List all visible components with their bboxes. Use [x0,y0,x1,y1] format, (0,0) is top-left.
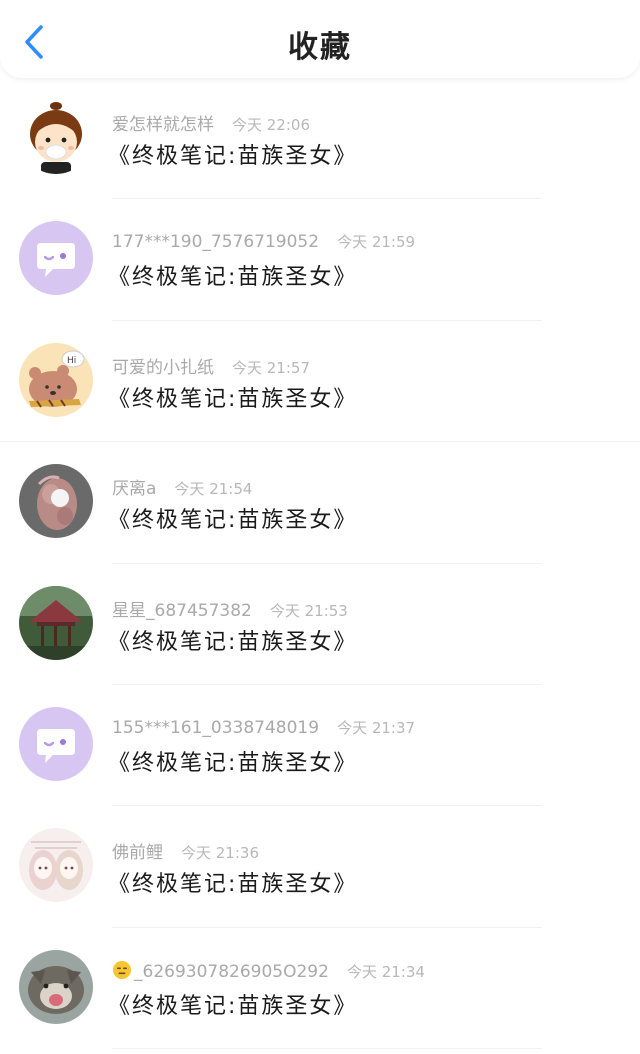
avatar[interactable] [19,706,93,781]
avatar[interactable] [19,585,93,660]
default-chat-avatar-icon [19,706,93,781]
item-meta: _6269307826905O292 今天 21:34 [112,960,425,982]
item-meta: 155***161_0338748019 今天 21:37 [112,717,415,738]
timestamp: 今天 21:36 [181,844,259,863]
username: 155***161_0338748019 [112,717,320,738]
cartoon-boy-avatar-icon [19,100,93,174]
username: 星星_687457382 [112,600,252,621]
expressionless-face-icon [113,960,131,979]
anime-girls-avatar-icon [19,828,93,903]
item-meta: 厌离a 今天 21:54 [112,474,252,499]
list-item[interactable]: Hi 可爱的小扎纸 今天 21:57 《终极笔记:苗族圣女》 [0,321,640,443]
page-title: 收藏 [288,30,352,65]
item-title: 《终极笔记:苗族圣女》 [108,265,358,291]
header-bar: 收藏 [0,0,640,78]
timestamp: 今天 21:59 [337,233,416,252]
item-title: 《终极笔记:苗族圣女》 [108,386,358,412]
item-meta: 星星_687457382 今天 21:53 [112,596,348,621]
list-item[interactable]: 177***190_7576719052 今天 21:59 《终极笔记:苗族圣女》 [0,199,640,321]
username: 可爱的小扎纸 [112,357,214,378]
list-item[interactable]: 佛前鲤 今天 21:36 《终极笔记:苗族圣女》 [0,806,640,928]
avatar[interactable] [19,221,93,296]
avatar[interactable] [19,464,93,539]
timestamp: 今天 21:37 [337,718,416,737]
avatar[interactable] [19,100,93,174]
avatar[interactable]: Hi [19,342,93,417]
list-item[interactable]: 155***161_0338748019 今天 21:37 《终极笔记:苗族圣女》 [0,685,640,807]
avatar[interactable] [19,828,93,903]
item-meta: 佛前鲤 今天 21:36 [112,838,259,863]
timestamp: 今天 21:57 [232,358,310,377]
svg-text:Hi: Hi [67,356,76,366]
timestamp: 今天 21:54 [174,480,253,499]
divider [112,1048,542,1050]
item-title: 《终极笔记:苗族圣女》 [108,872,358,898]
default-chat-avatar-icon [19,221,93,296]
timestamp: 今天 22:06 [232,116,310,134]
username: 佛前鲤 [112,843,163,864]
username: 厌离a [112,479,157,500]
list-item[interactable]: 厌离a 今天 21:54 《终极笔记:苗族圣女》 [0,442,640,564]
item-title: 《终极笔记:苗族圣女》 [108,993,358,1019]
list-item[interactable]: 爱怎样就怎样 今天 22:06 《终极笔记:苗族圣女》 [0,78,640,200]
list-item[interactable]: _6269307826905O292 今天 21:34 《终极笔记:苗族圣女》 [0,928,640,1050]
list-item[interactable]: 星星_687457382 今天 21:53 《终极笔记:苗族圣女》 [0,564,640,685]
timestamp: 今天 21:53 [269,601,348,620]
avatar[interactable] [19,949,93,1024]
username: _6269307826905O292 [134,961,329,982]
favorites-list: 爱怎样就怎样 今天 22:06 《终极笔记:苗族圣女》 177***190_757… [0,78,640,1050]
plush-doll-avatar-icon [19,464,93,539]
username: 爱怎样就怎样 [112,115,214,135]
timestamp: 今天 21:34 [346,962,425,981]
item-title: 《终极笔记:苗族圣女》 [108,750,358,776]
item-meta: 可爱的小扎纸 今天 21:57 [112,353,310,378]
item-title: 《终极笔记:苗族圣女》 [108,144,358,169]
item-meta: 177***190_7576719052 今天 21:59 [112,231,415,252]
item-title: 《终极笔记:苗族圣女》 [108,629,358,655]
cat-avatar-icon [19,949,93,1024]
pavilion-avatar-icon [19,585,93,660]
item-meta: 爱怎样就怎样 今天 22:06 [112,110,310,135]
item-title: 《终极笔记:苗族圣女》 [108,508,358,534]
bear-avatar-icon: Hi [19,342,93,417]
username: 177***190_7576719052 [112,232,320,253]
